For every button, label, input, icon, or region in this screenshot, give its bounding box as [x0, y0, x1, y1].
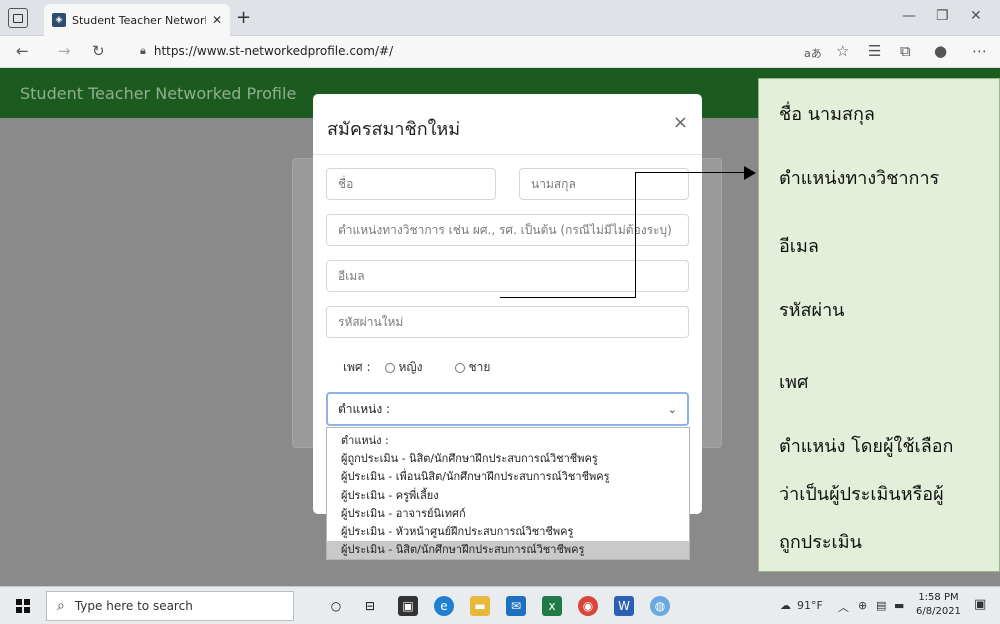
cortana-icon[interactable]: ○ [326, 596, 346, 616]
store-icon[interactable]: ▣ [398, 596, 418, 616]
note-line: ชื่อ นามสกุล [779, 104, 875, 125]
notification-icon[interactable]: ▣ [974, 597, 986, 612]
browser-toolbar: ← → ↻ 🔒︎ https://www.st-networkedprofile… [0, 36, 1000, 68]
dropdown-option[interactable]: ผู้ประเมิน - หัวหน้าศูนย์ฝึกประสบการณ์วิ… [327, 523, 689, 541]
favorite-icon[interactable]: ☆ [836, 42, 849, 60]
position-dropdown-list: ตำแหน่ง : ผู้ถูกประเมิน - นิสิต/นักศึกษา… [326, 427, 690, 560]
position-select[interactable]: ตำแหน่ง : ⌄ [326, 392, 689, 426]
position-select-value: ตำแหน่ง : [338, 401, 391, 416]
profile-icon[interactable]: ● [934, 42, 947, 60]
dropdown-option[interactable]: ผู้ถูกประเมิน - นิสิต/นักศึกษาฝึกประสบกา… [327, 450, 689, 468]
weather-icon[interactable]: ☁ [780, 599, 791, 612]
clock[interactable]: 1:58 PM 6/8/2021 [916, 591, 961, 619]
chrome-icon[interactable]: ◉ [578, 596, 598, 616]
favorites-icon[interactable]: ☰ [868, 42, 881, 60]
browser-tab[interactable]: ◈ Student Teacher Networked Profi ✕ [44, 4, 230, 36]
battery-icon[interactable]: ▬ [894, 599, 904, 612]
gender-row: เพศ : หญิง ชาย [343, 358, 508, 377]
gender-label: เพศ : [343, 360, 371, 374]
weather-text[interactable]: 91°F [797, 599, 823, 612]
forward-icon[interactable]: → [58, 42, 71, 60]
network-icon[interactable]: ⊕ [858, 599, 867, 612]
lock-icon: 🔒︎ [140, 44, 146, 57]
excel-icon[interactable]: x [542, 596, 562, 616]
password-input[interactable]: รหัสผ่านใหม่ [326, 306, 689, 338]
dropdown-option[interactable]: ผู้ประเมิน - อาจารย์นิเทศก์ [327, 505, 689, 523]
restore-icon[interactable]: ❐ [936, 8, 949, 24]
note-line: รหัสผ่าน [779, 300, 845, 321]
note-line: อีเมล [779, 236, 819, 257]
gender-male-label: ชาย [468, 360, 491, 374]
browser-app-icon[interactable]: ◍ [650, 596, 670, 616]
gender-female-radio[interactable] [384, 362, 395, 373]
dropdown-option-highlighted[interactable]: ผู้ประเมิน - นิสิต/นักศึกษาฝึกประสบการณ์… [327, 541, 689, 560]
gender-male-radio[interactable] [454, 362, 465, 373]
windows-start-icon[interactable] [16, 599, 30, 613]
edge-icon[interactable]: e [434, 596, 454, 616]
read-aloud-icon[interactable]: aあ [804, 45, 822, 61]
url-text: https://www.st-networkedprofile.com/#/ [153, 44, 394, 58]
gender-female-label: หญิง [398, 360, 423, 374]
minimize-icon[interactable]: — [902, 8, 916, 24]
dropdown-option[interactable]: ตำแหน่ง : [327, 432, 689, 450]
more-icon[interactable]: ⋯ [972, 42, 987, 60]
mail-icon[interactable]: ✉ [506, 596, 526, 616]
annotation-line [635, 172, 636, 297]
annotation-note: ชื่อ นามสกุล ตำแหน่งทางวิชาการ อีเมล รหั… [758, 78, 1000, 572]
task-view-icon[interactable]: ⊟ [360, 596, 380, 616]
search-icon: ⌕ [57, 598, 65, 614]
note-line: ตำแหน่งทางวิชาการ [779, 168, 940, 189]
dropdown-option[interactable]: ผู้ประเมิน - ครูพี่เลี้ยง [327, 487, 689, 505]
annotation-line [500, 297, 636, 298]
note-line: ตำแหน่ง โดยผู้ใช้เลือก [779, 436, 954, 457]
modal-title: สมัครสมาชิกใหม่ [327, 119, 461, 140]
modal-divider [313, 154, 702, 155]
new-tab-icon[interactable]: + [236, 7, 251, 28]
chevron-down-icon: ⌄ [667, 402, 677, 416]
site-favicon-icon: ◈ [52, 13, 66, 27]
taskbar: ⌕ Type here to search ○ ⊟ ▣ e ▬ ✉ x ◉ W … [0, 586, 1000, 624]
refresh-icon[interactable]: ↻ [92, 42, 105, 60]
note-line: ถูกประเมิน [779, 532, 862, 553]
note-line: ว่าเป็นผู้ประเมินหรือผู้ [779, 484, 944, 505]
word-icon[interactable]: W [614, 596, 634, 616]
annotation-line [635, 172, 745, 173]
close-tab-icon[interactable]: ✕ [212, 13, 222, 27]
back-icon[interactable]: ← [16, 42, 29, 60]
file-explorer-icon[interactable]: ▬ [470, 596, 490, 616]
volume-icon[interactable]: ▤ [876, 599, 886, 612]
modal-close-button[interactable]: × [673, 112, 688, 133]
dropdown-option[interactable]: ผู้ประเมิน - เพื่อนนิสิต/นักศึกษาฝึกประส… [327, 468, 689, 486]
address-bar[interactable]: 🔒︎ https://www.st-networkedprofile.com/#… [140, 44, 393, 58]
annotation-arrowhead-icon [744, 166, 756, 180]
note-line: เพศ [779, 372, 809, 393]
collections-icon[interactable]: ⧉ [900, 42, 911, 60]
window-close-icon[interactable]: ✕ [970, 8, 982, 24]
site-brand[interactable]: Student Teacher Networked Profile [20, 84, 296, 103]
clock-time: 1:58 PM [918, 592, 959, 603]
browser-tabstrip: ◈ Student Teacher Networked Profi ✕ + — … [0, 0, 1000, 36]
search-placeholder: Type here to search [74, 599, 193, 613]
taskbar-search[interactable]: ⌕ Type here to search [46, 591, 294, 621]
tray-chevron-icon[interactable]: ︿ [838, 599, 849, 615]
tab-actions-icon[interactable] [8, 8, 28, 28]
tab-title: Student Teacher Networked Profi [72, 13, 206, 27]
first-name-input[interactable]: ชื่อ [326, 168, 496, 200]
clock-date: 6/8/2021 [916, 606, 961, 617]
